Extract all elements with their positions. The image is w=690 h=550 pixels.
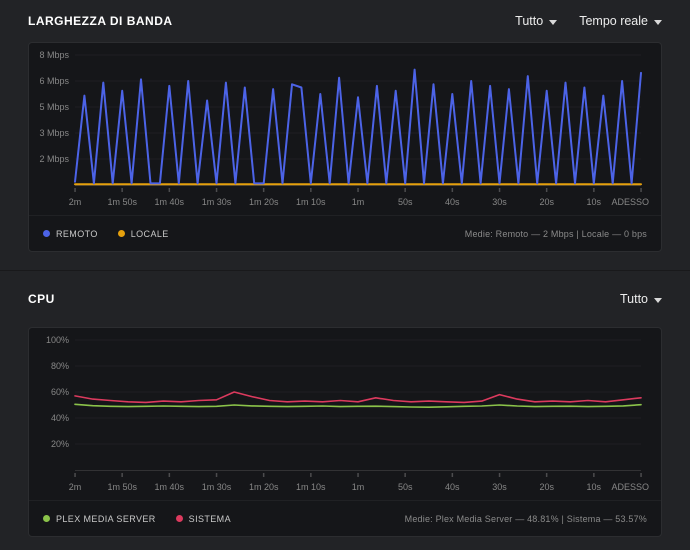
chevron-down-icon [654, 297, 662, 303]
bandwidth-timerange-label: Tempo reale [579, 14, 648, 28]
bandwidth-header: LARGHEZZA DI BANDA Tutto Tempo reale [28, 0, 662, 42]
svg-text:2m: 2m [69, 482, 82, 492]
sistema-dot-icon [175, 515, 183, 522]
legend-item-sistema[interactable]: SISTEMA [175, 513, 231, 524]
svg-text:40s: 40s [445, 197, 460, 207]
cpu-chart: 20% 40% 60% 80% 100% 2m 1m 50s 1m 40s 1m 30s 1m 2… [46, 335, 649, 492]
svg-text:30s: 30s [492, 197, 507, 207]
bandwidth-panel: LARGHEZZA DI BANDA Tutto Tempo reale 2 M… [0, 0, 690, 252]
legend-plex-label: PLEX MEDIA SERVER [56, 513, 156, 524]
svg-text:6 Mbps: 6 Mbps [39, 76, 69, 86]
svg-text:40s: 40s [445, 482, 460, 492]
svg-text:1m 20s: 1m 20s [249, 482, 279, 492]
legend-remoto-label: REMOTO [56, 228, 98, 239]
remoto-dot-icon [43, 230, 50, 237]
svg-text:1m: 1m [352, 197, 365, 207]
svg-text:ADESSO: ADESSO [611, 482, 649, 492]
cpu-controls: Tutto [620, 292, 662, 306]
y-axis-labels: 2 Mbps 3 Mbps 5 Mbps 6 Mbps 8 Mbps [39, 50, 69, 164]
cpu-filter-label: Tutto [619, 292, 648, 306]
legend-item-plex-media-server[interactable]: PLEX MEDIA SERVER [43, 514, 156, 524]
svg-text:1m 40s: 1m 40s [155, 482, 185, 492]
legend-item-remoto[interactable]: REMOTO [43, 229, 98, 239]
bandwidth-averages: Medie: Remoto — 2 Mbps | Locale — 0 bps [464, 228, 647, 239]
svg-text:1m 50s: 1m 50s [107, 482, 137, 492]
svg-text:30s: 30s [492, 482, 507, 492]
x-axis-labels: 2m 1m 50s 1m 40s 1m 30s 1m 20s 1m 10s 1m 50s 40s… [69, 473, 649, 492]
svg-text:ADESSO: ADESSO [611, 197, 649, 207]
svg-text:60%: 60% [51, 387, 69, 397]
svg-text:50s: 50s [398, 197, 413, 207]
bandwidth-controls: Tutto Tempo reale [515, 14, 662, 28]
bandwidth-chart-box: 2 Mbps 3 Mbps 5 Mbps 6 Mbps 8 Mbps 2m 1m 50s 1m… [28, 42, 662, 252]
bandwidth-timerange-dropdown[interactable]: Tempo reale [579, 14, 662, 28]
cpu-title: CPU [28, 292, 55, 306]
bandwidth-legend-row: REMOTO LOCALE Medie: Remoto — 2 Mbps | L… [29, 215, 661, 251]
cpu-chart-box: 20% 40% 60% 80% 100% 2m 1m 50s 1m 40s 1m 30s 1m 2… [28, 327, 662, 537]
plex-media-server-dot-icon [43, 515, 50, 522]
svg-text:2m: 2m [69, 197, 82, 207]
svg-text:100%: 100% [46, 335, 69, 345]
x-axis-labels: 2m 1m 50s 1m 40s 1m 30s 1m 20s 1m 10s 1m 50s 40s… [69, 188, 649, 207]
locale-dot-icon [117, 230, 125, 237]
svg-text:20s: 20s [539, 482, 554, 492]
legend-locale-label: LOCALE [130, 228, 169, 239]
svg-text:1m 40s: 1m 40s [155, 197, 185, 207]
legend-sistema-label: SISTEMA [188, 513, 231, 524]
series-plex-media-server-line [74, 403, 642, 408]
cpu-filter-dropdown[interactable]: Tutto [620, 292, 662, 306]
bandwidth-title: LARGHEZZA DI BANDA [28, 14, 173, 28]
chevron-down-icon [654, 19, 662, 25]
bandwidth-legend: REMOTO LOCALE [43, 229, 169, 239]
svg-text:1m: 1m [352, 482, 365, 492]
gridlines [75, 339, 641, 445]
bandwidth-filter-label: Tutto [515, 14, 544, 28]
svg-text:1m 30s: 1m 30s [202, 482, 232, 492]
svg-text:1m 20s: 1m 20s [249, 197, 279, 207]
svg-text:20%: 20% [51, 439, 69, 449]
cpu-averages: Medie: Plex Media Server — 48.81% | Sist… [404, 513, 647, 524]
svg-text:1m 10s: 1m 10s [296, 482, 326, 492]
bandwidth-filter-dropdown[interactable]: Tutto [515, 14, 558, 28]
svg-text:80%: 80% [51, 361, 69, 371]
svg-text:50s: 50s [398, 482, 413, 492]
y-axis-labels: 20% 40% 60% 80% 100% [46, 335, 69, 449]
svg-text:8 Mbps: 8 Mbps [39, 50, 69, 60]
bandwidth-chart: 2 Mbps 3 Mbps 5 Mbps 6 Mbps 8 Mbps 2m 1m 50s 1m… [39, 50, 649, 207]
gridlines [75, 54, 641, 160]
legend-item-locale[interactable]: LOCALE [117, 228, 169, 239]
cpu-panel: CPU Tutto 20% 40% 60% 80% 100% 2m 1m 50s 1m 40s… [0, 270, 690, 537]
series-remoto-line [74, 68, 642, 185]
svg-text:20s: 20s [539, 197, 554, 207]
cpu-legend: PLEX MEDIA SERVER SISTEMA [43, 514, 231, 524]
svg-text:10s: 10s [587, 482, 602, 492]
chevron-down-icon [549, 19, 558, 25]
svg-text:1m 50s: 1m 50s [107, 197, 137, 207]
cpu-legend-row: PLEX MEDIA SERVER SISTEMA Medie: Plex Me… [29, 500, 661, 536]
series-sistema-line [74, 391, 642, 404]
svg-text:1m 10s: 1m 10s [296, 197, 326, 207]
svg-text:3 Mbps: 3 Mbps [39, 128, 69, 138]
svg-text:10s: 10s [587, 197, 602, 207]
svg-text:1m 30s: 1m 30s [202, 197, 232, 207]
svg-text:5 Mbps: 5 Mbps [39, 102, 69, 112]
plex-dashboard: LARGHEZZA DI BANDA Tutto Tempo reale 2 M… [0, 0, 690, 537]
cpu-header: CPU Tutto [28, 271, 662, 327]
svg-text:40%: 40% [51, 413, 69, 423]
svg-text:2 Mbps: 2 Mbps [39, 154, 69, 164]
